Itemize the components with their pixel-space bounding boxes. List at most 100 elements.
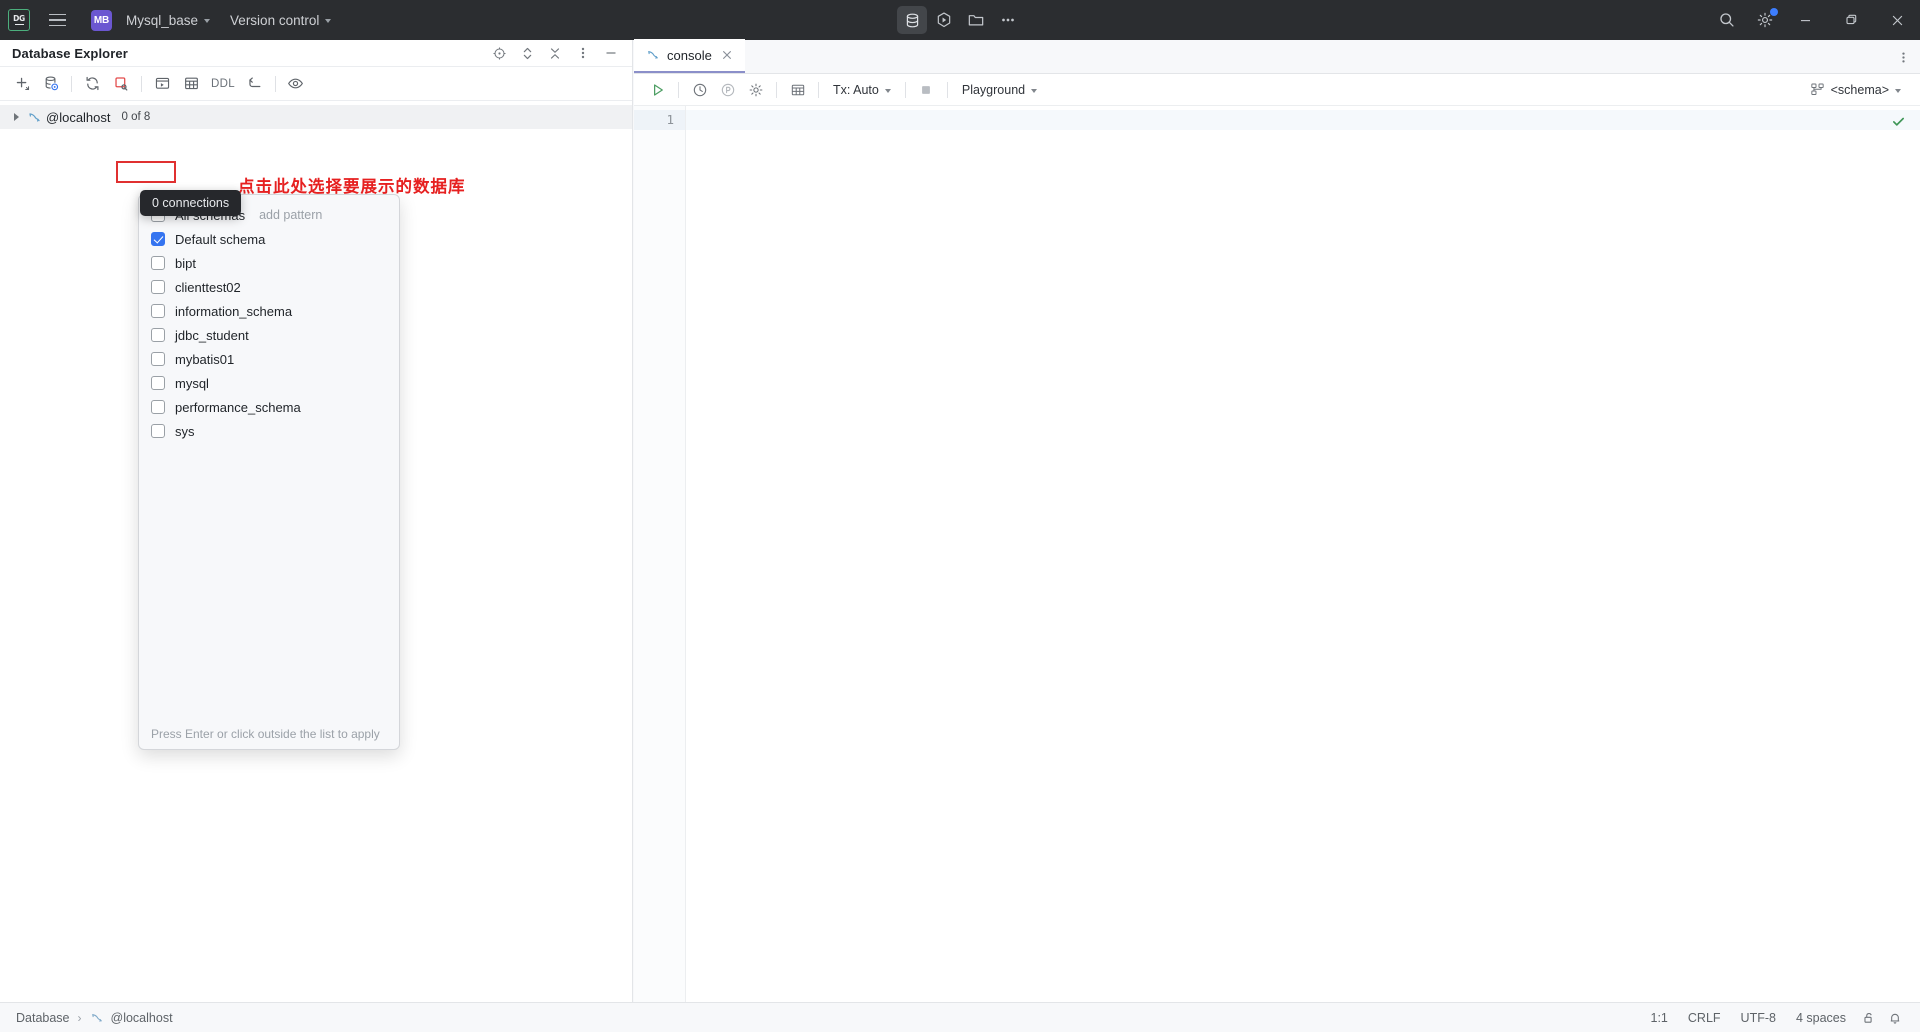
checkbox-schema[interactable]: [151, 376, 165, 390]
collapse-all-icon[interactable]: [542, 42, 568, 64]
add-pattern-link[interactable]: add pattern: [259, 208, 322, 222]
project-badge: MB: [91, 10, 112, 31]
schema-label: mysql: [175, 376, 209, 391]
schema-count-badge[interactable]: 0 of 8: [119, 111, 154, 123]
table-editor-icon[interactable]: [177, 71, 205, 97]
hide-panel-icon[interactable]: [598, 42, 624, 64]
checkbox-schema[interactable]: [151, 328, 165, 342]
transaction-mode-dropdown[interactable]: Tx: Auto: [826, 78, 898, 102]
gear-icon[interactable]: [742, 77, 769, 103]
datagrip-window: DG MB Mysql_base Version control: [0, 0, 1920, 1032]
version-control-menu[interactable]: Version control: [223, 7, 338, 33]
maximize-icon[interactable]: [1828, 0, 1874, 40]
parameters-icon[interactable]: [714, 77, 741, 103]
unlocked-icon[interactable]: [1856, 1007, 1882, 1029]
schema-label: Default schema: [175, 232, 265, 247]
database-explorer-toolbar: DDL: [0, 67, 632, 101]
page-title: Database Explorer: [12, 46, 128, 61]
close-icon[interactable]: [719, 47, 735, 63]
chevron-down-icon: [1895, 89, 1901, 93]
caret-position[interactable]: 1:1: [1641, 1008, 1678, 1028]
gear-icon[interactable]: [1748, 6, 1782, 34]
run-icon[interactable]: [929, 6, 959, 34]
close-icon[interactable]: [1874, 0, 1920, 40]
schema-label: mybatis01: [175, 352, 234, 367]
run-play-icon[interactable]: [644, 77, 671, 103]
schema-label: clienttest02: [175, 280, 241, 295]
file-encoding[interactable]: UTF-8: [1731, 1008, 1786, 1028]
bell-icon[interactable]: [1882, 1007, 1908, 1029]
playground-dropdown[interactable]: Playground: [955, 78, 1044, 102]
tab-console[interactable]: console: [634, 39, 745, 73]
checkbox-schema[interactable]: [151, 352, 165, 366]
breadcrumb-localhost[interactable]: @localhost: [86, 1009, 177, 1027]
main-area: Database Explorer: [0, 40, 1920, 1012]
tree-row-localhost[interactable]: @localhost 0 of 8: [0, 105, 632, 129]
checkbox-schema[interactable]: [151, 424, 165, 438]
line-separator[interactable]: CRLF: [1678, 1008, 1731, 1028]
search-icon[interactable]: [1712, 6, 1742, 34]
checkbox-schema[interactable]: [151, 256, 165, 270]
checkbox-schema[interactable]: [151, 304, 165, 318]
stop-square-icon[interactable]: [913, 77, 940, 103]
list-item[interactable]: clienttest02: [139, 275, 399, 299]
expand-collapse-icon[interactable]: [514, 42, 540, 64]
history-clock-icon[interactable]: [686, 77, 713, 103]
database-view-icon[interactable]: [897, 6, 927, 34]
sql-code-editor[interactable]: 1: [634, 106, 1920, 1012]
schema-selector-dropdown[interactable]: <schema>: [1803, 78, 1908, 102]
checkbox-schema[interactable]: [151, 400, 165, 414]
stop-refresh-icon[interactable]: [107, 71, 135, 97]
list-item[interactable]: Default schema: [139, 227, 399, 251]
jump-to-icon[interactable]: [241, 71, 269, 97]
list-item[interactable]: sys: [139, 419, 399, 443]
schema-label: jdbc_student: [175, 328, 249, 343]
check-ok-icon[interactable]: [1891, 114, 1906, 129]
breadcrumb-leaf-label: @localhost: [111, 1011, 173, 1025]
toolbar-divider: [905, 82, 906, 98]
minimize-icon[interactable]: [1782, 0, 1828, 40]
playground-label: Playground: [962, 83, 1025, 97]
mysql-dolphin-icon: [24, 109, 44, 125]
checkbox-schema[interactable]: [151, 280, 165, 294]
annotation-highlight-box: [116, 161, 176, 183]
breadcrumb-database[interactable]: Database: [12, 1009, 74, 1027]
refresh-icon[interactable]: [78, 71, 106, 97]
hamburger-menu-icon[interactable]: [44, 7, 70, 33]
schema-chooser-popup: All schemas add pattern Default schema b…: [138, 194, 400, 750]
title-bar-left: DG MB Mysql_base Version control: [0, 0, 344, 40]
more-options-icon[interactable]: [993, 6, 1023, 34]
toolbar-divider: [678, 82, 679, 98]
more-vertical-icon[interactable]: [1892, 47, 1914, 67]
code-line-1[interactable]: [686, 110, 1920, 130]
list-item[interactable]: performance_schema: [139, 395, 399, 419]
toolbar-divider: [71, 76, 72, 92]
popup-hint: Press Enter or click outside the list to…: [139, 719, 399, 749]
toolbar-divider: [818, 82, 819, 98]
open-console-icon[interactable]: [148, 71, 176, 97]
schema-label: performance_schema: [175, 400, 301, 415]
indent-setting[interactable]: 4 spaces: [1786, 1008, 1856, 1028]
toolbar-divider: [141, 76, 142, 92]
chevron-right-icon[interactable]: [8, 109, 24, 125]
database-tree: @localhost 0 of 8: [0, 101, 632, 129]
locate-icon[interactable]: [486, 42, 512, 64]
settings-notification-badge: [1770, 8, 1778, 16]
list-item[interactable]: mysql: [139, 371, 399, 395]
project-selector[interactable]: MB Mysql_base: [84, 7, 217, 33]
options-menu-icon[interactable]: [570, 42, 596, 64]
ddl-icon[interactable]: DDL: [206, 71, 240, 97]
chevron-down-icon: [1031, 89, 1037, 93]
list-item[interactable]: bipt: [139, 251, 399, 275]
data-source-properties-icon[interactable]: [37, 71, 65, 97]
table-grid-icon[interactable]: [784, 77, 811, 103]
list-item[interactable]: mybatis01: [139, 347, 399, 371]
folder-icon[interactable]: [961, 6, 991, 34]
preview-icon[interactable]: [282, 71, 310, 97]
list-item[interactable]: information_schema: [139, 299, 399, 323]
list-item[interactable]: jdbc_student: [139, 323, 399, 347]
mysql-dolphin-icon: [90, 1011, 104, 1025]
code-content[interactable]: [686, 106, 1920, 1012]
add-new-icon[interactable]: [8, 71, 36, 97]
checkbox-default-schema[interactable]: [151, 232, 165, 246]
